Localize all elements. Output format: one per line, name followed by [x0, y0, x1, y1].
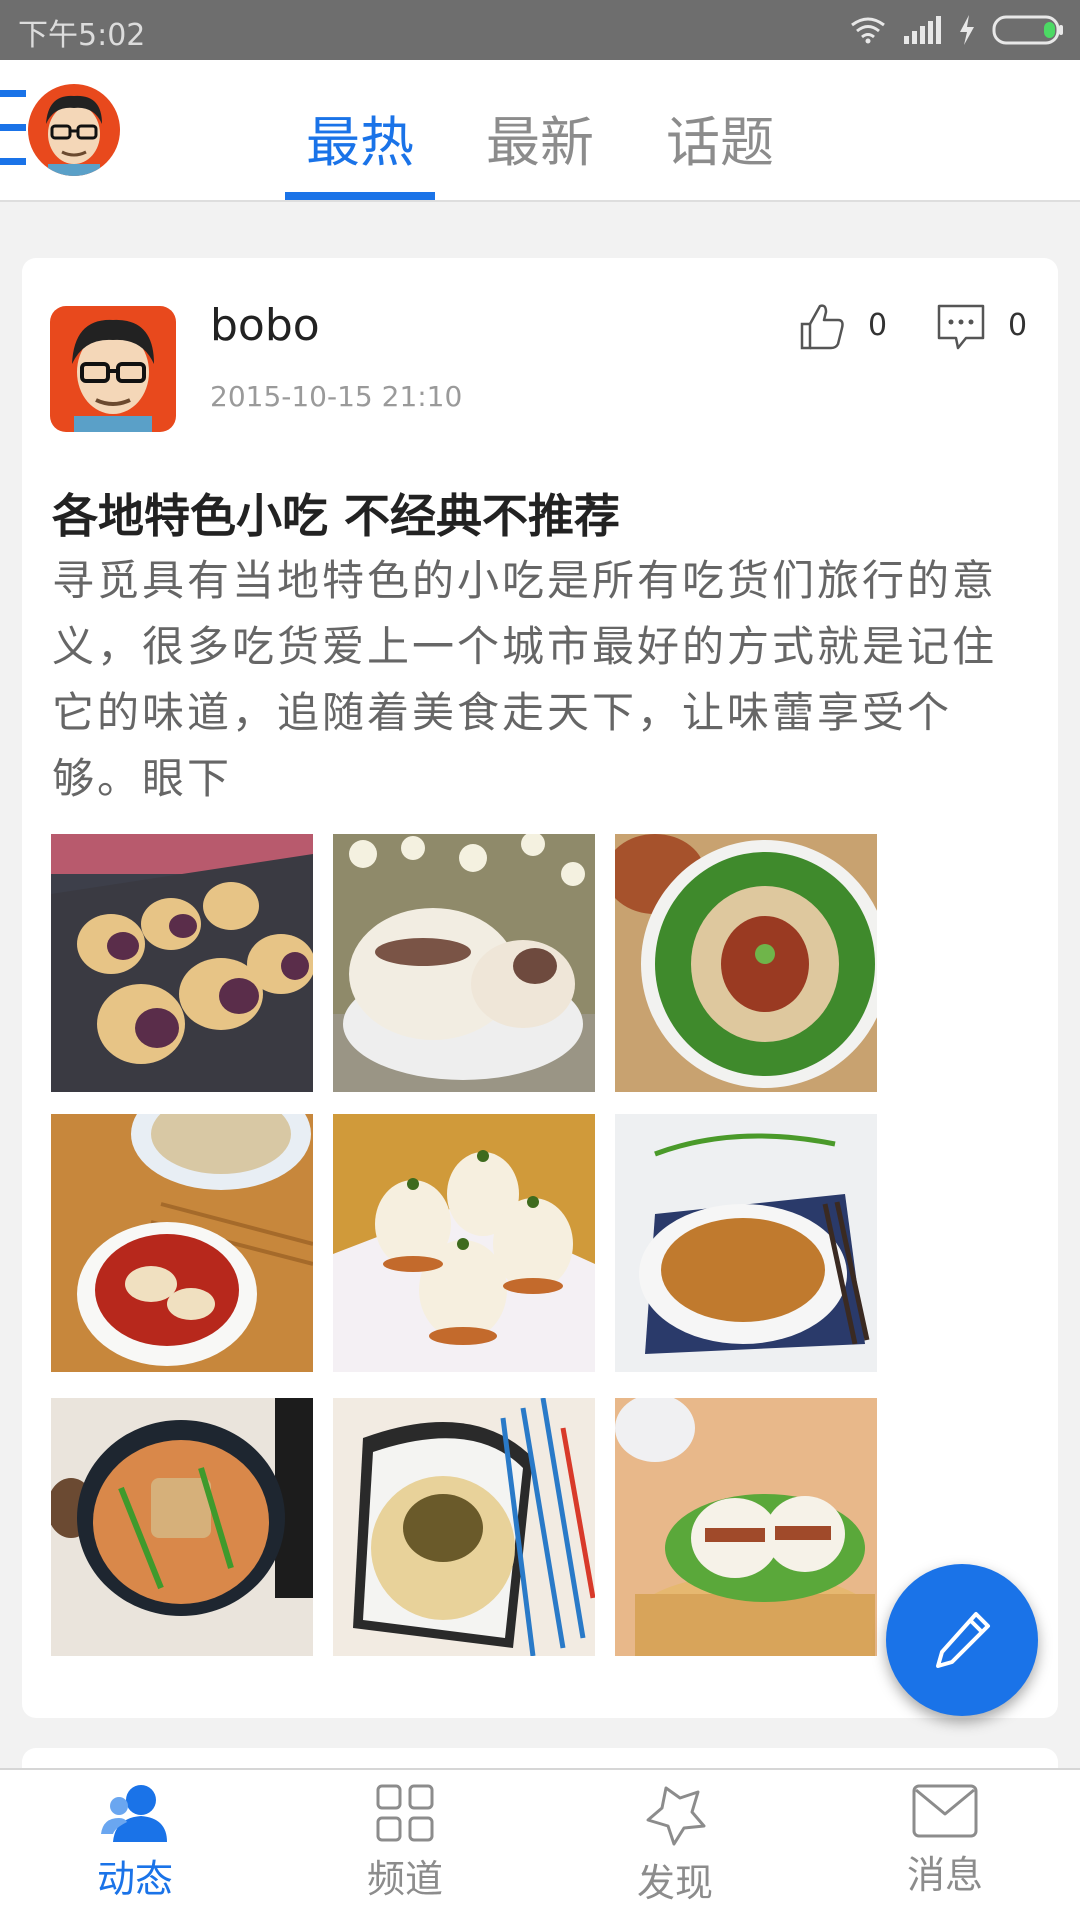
top-nav: 最热 最新 话题	[0, 60, 1080, 202]
gua-bao-photo	[615, 1398, 877, 1656]
bottom-nav: 动态 频道 发现 消息	[0, 1768, 1080, 1920]
post-image-1[interactable]	[51, 834, 313, 1092]
shrimp-noodles-photo	[333, 1398, 595, 1656]
post-image-5[interactable]	[333, 1114, 595, 1372]
author-avatar-illustration	[50, 306, 176, 432]
author-avatar[interactable]	[50, 306, 176, 432]
wifi-icon	[851, 17, 885, 44]
comment-button[interactable]: 0	[936, 302, 1027, 362]
tab-hot[interactable]: 最热	[285, 98, 435, 177]
comment-icon	[937, 304, 985, 350]
post-image-4[interactable]	[51, 1114, 313, 1372]
post-image-2[interactable]	[333, 834, 595, 1092]
purple-yam-rolls-photo	[51, 834, 313, 1092]
post-image-7[interactable]	[51, 1398, 313, 1656]
noodles-plate-photo	[615, 1114, 877, 1372]
tab-latest[interactable]: 最新	[465, 98, 615, 177]
menu-icon[interactable]	[0, 90, 30, 170]
nav-label-feed: 动态	[96, 1857, 173, 1901]
like-button[interactable]: 0	[798, 302, 887, 362]
nav-item-discover[interactable]: 发现	[575, 1784, 775, 1907]
nav-item-channels[interactable]: 频道	[305, 1784, 505, 1903]
charging-icon	[960, 15, 974, 45]
user-avatar[interactable]	[28, 84, 120, 176]
post-image-8[interactable]	[333, 1398, 595, 1656]
post-image-9[interactable]	[615, 1398, 877, 1656]
signal-icon	[904, 16, 941, 44]
post-timestamp: 2015-10-15 21:10	[210, 380, 463, 413]
nav-label-channels: 频道	[366, 1857, 443, 1901]
active-tab-indicator	[285, 192, 435, 200]
pencil-icon	[936, 1612, 990, 1668]
status-time: 下午5:02	[18, 18, 146, 53]
nav-label-messages: 消息	[906, 1853, 983, 1897]
status-icons	[834, 14, 1064, 46]
nav-item-messages[interactable]: 消息	[845, 1784, 1045, 1899]
people-icon	[101, 1785, 167, 1842]
status-bar: 下午5:02	[0, 0, 1080, 60]
tab-topics[interactable]: 话题	[645, 98, 795, 177]
post-image-3[interactable]	[615, 834, 877, 1092]
meat-bun-photo	[333, 834, 595, 1092]
avatar-illustration	[28, 84, 120, 176]
thumbs-up-icon	[800, 304, 844, 350]
xiaolongbao-buns-photo	[333, 1114, 595, 1372]
post-image-6[interactable]	[615, 1114, 877, 1372]
battery-icon	[992, 15, 1063, 45]
spicy-wontons-photo	[51, 1114, 313, 1372]
cold-dish-broccoli-photo	[615, 834, 877, 1092]
like-count: 0	[868, 308, 888, 343]
post-title: 各地特色小吃 不经典不推荐	[52, 489, 621, 543]
post-body: 寻觅具有当地特色的小吃是所有吃货们旅行的意义，很多吃货爱上一个城市最好的方式就是…	[52, 556, 998, 803]
shacha-noodle-soup-photo	[51, 1398, 313, 1656]
nav-label-discover: 发现	[636, 1861, 713, 1905]
star-icon	[646, 1786, 706, 1846]
compose-button[interactable]	[886, 1564, 1038, 1716]
author-name[interactable]: bobo	[210, 300, 320, 351]
nav-item-feed[interactable]: 动态	[35, 1784, 235, 1903]
grid-icon	[376, 1784, 434, 1842]
post-card[interactable]: bobo 2015-10-15 21:10 0 0 各地特色小吃 不经典不推荐 …	[22, 258, 1058, 1718]
mail-icon	[912, 1784, 978, 1838]
comment-count: 0	[1008, 308, 1028, 343]
